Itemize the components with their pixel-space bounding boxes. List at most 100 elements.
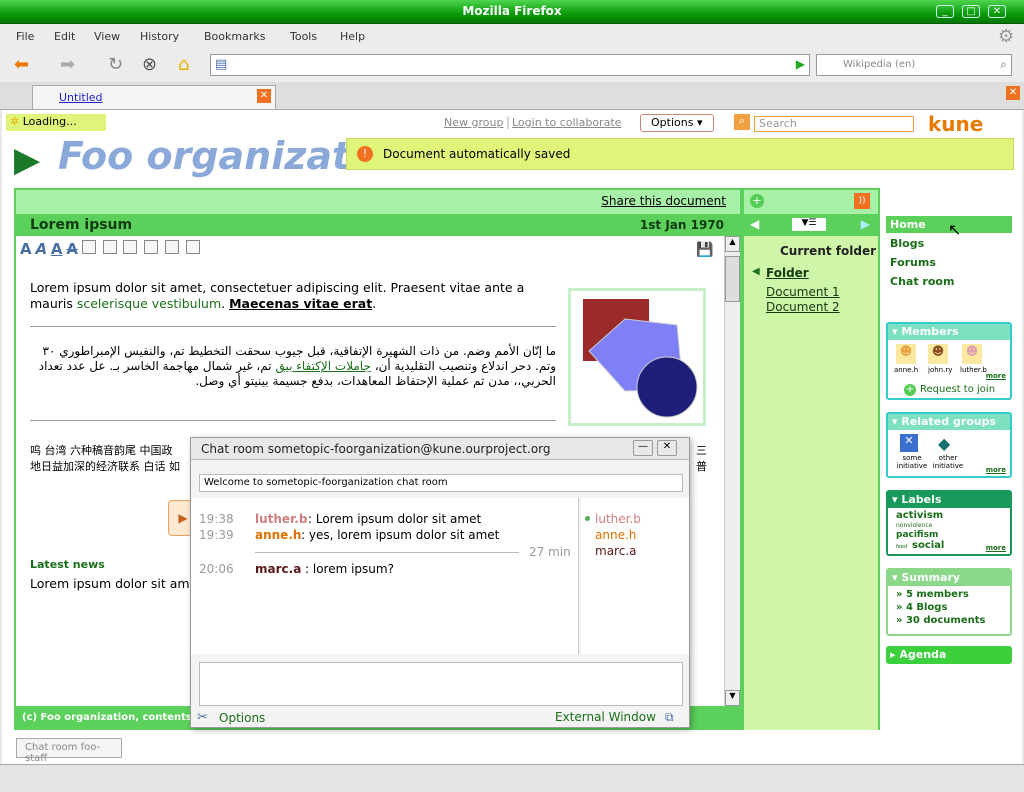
chat-input[interactable] [199,662,683,706]
p1-bold-link[interactable]: Maecenas vitae erat [229,296,372,311]
avatar-anne[interactable]: ☻ [896,344,916,364]
home-icon[interactable]: ⌂ [178,54,189,75]
forward-icon[interactable]: ➡ [60,54,75,75]
next-icon[interactable]: ▶ [861,217,870,231]
related-item-1[interactable]: some initiative [894,454,930,470]
minimize-button[interactable]: _ [936,5,954,18]
align-right-icon[interactable] [165,240,180,254]
maximize-button[interactable]: □ [962,5,980,18]
request-join-link[interactable]: Request to join [920,384,995,395]
underline-icon[interactable]: A [51,240,63,258]
external-window-icon[interactable]: ⧉ [665,710,674,725]
labels-header[interactable]: ▾ Labels [888,492,1010,508]
agenda-header[interactable]: ▸ Agenda [886,646,1012,664]
msg-text-3: : lorem ipsum? [305,562,394,576]
related-item-2[interactable]: other initiative [930,454,966,470]
labels-more-link[interactable]: more [986,544,1006,552]
related-more-link[interactable]: more [986,466,1006,474]
folder-menu-icon[interactable]: ▼☰ [792,218,826,231]
go-icon[interactable]: ▶ [796,57,805,71]
scroll-down-icon[interactable]: ▼ [725,690,740,706]
summary-blogs[interactable]: » 4 Blogs [896,601,1002,614]
chat-room-link[interactable]: Chat room [890,275,1008,288]
initiative-1-icon[interactable]: ✕ [900,434,918,452]
agenda-title: Agenda [899,648,947,661]
forums-link[interactable]: Forums [890,256,1008,269]
arabic-link[interactable]: جاملات الإكتفاء بيق [275,359,370,373]
stop-icon[interactable]: ⊗ [142,54,157,75]
arabic-2a: وتم. دحر اندلاع وتنصيب التقليدية أن، [370,359,556,373]
tag-feed[interactable]: feed [896,544,907,550]
indent-icon[interactable] [81,240,96,254]
align-left-icon[interactable] [123,240,138,254]
scroll-thumb[interactable] [725,256,740,302]
menu-edit[interactable]: Edit [54,30,75,43]
close-tab-icon-right[interactable]: ✕ [1006,86,1020,100]
folder-panel: Current folder ◀ Folder Document 1 Docum… [744,236,878,730]
avatar-luther[interactable]: ☻ [962,344,982,364]
summary-members[interactable]: » 5 members [896,588,1002,601]
options-icon[interactable]: ✂ [197,710,208,725]
share-link[interactable]: Share this document [601,194,726,208]
close-button[interactable]: ✕ [988,5,1006,18]
chat-user-1[interactable]: luther.b [595,512,641,526]
external-window-link[interactable]: External Window [555,710,656,724]
login-link[interactable]: Login to collaborate [512,116,621,129]
members-more-link[interactable]: more [986,372,1006,380]
chat-minimize-icon[interactable]: — [633,440,653,456]
avatar-john[interactable]: ☻ [928,344,948,364]
close-tab-icon[interactable]: ✕ [257,89,271,103]
add-icon[interactable]: + [750,194,764,208]
browser-search[interactable]: Wikipedia (en) ⌕ [816,54,1012,76]
related-header[interactable]: ▾ Related groups [888,414,1010,430]
prev-icon[interactable]: ◀ [750,217,759,231]
sidebar-item-forums[interactable]: Forums [886,250,1012,269]
members-header[interactable]: ▾ Members [888,324,1010,340]
summary-header[interactable]: ▾ Summary [888,570,1010,586]
menu-tools[interactable]: Tools [290,30,317,43]
save-icon[interactable]: 💾 [696,242,713,258]
strike-icon[interactable]: A [66,240,78,258]
menu-file[interactable]: File [16,30,34,43]
italic-icon[interactable]: A [35,240,47,258]
back-icon[interactable]: ⬅ [14,54,29,75]
menu-history[interactable]: History [140,30,179,43]
font-size-icon[interactable]: A [20,240,32,258]
members-box: ▾ Members ☻ ☻ ☻ anne.h john.ry luther.b … [886,322,1012,400]
menu-view[interactable]: View [94,30,120,43]
chat-options-link[interactable]: Options [219,711,265,725]
initiative-2-icon[interactable]: ◆ [938,434,950,453]
rss-icon[interactable]: )) [854,193,870,209]
reload-icon[interactable]: ↻ [108,54,123,75]
chat-titlebar[interactable]: Chat room sometopic-foorganization@kune.… [191,438,689,460]
search-icon[interactable]: ⌕ [1000,57,1007,72]
document-1-link[interactable]: Document 1 [766,285,840,299]
chat-close-icon[interactable]: ✕ [657,440,677,456]
document-2-link[interactable]: Document 2 [766,300,840,314]
scroll-up-icon[interactable]: ▲ [725,236,740,252]
chat-room-tab[interactable]: Chat room foo-staff [16,738,122,764]
tag-pacifism[interactable]: pacifism [896,530,938,540]
outdent-icon[interactable] [102,240,117,254]
tag-activism[interactable]: activism [896,510,943,521]
chat-user-3[interactable]: marc.a [595,544,636,558]
menu-help[interactable]: Help [340,30,365,43]
summary-documents[interactable]: » 30 documents [896,614,1002,627]
menu-bookmarks[interactable]: Bookmarks [204,30,265,43]
browser-tab[interactable]: Untitled ✕ [32,85,276,109]
tag-social[interactable]: social [912,540,944,551]
options-button[interactable]: Options ▾ [640,114,714,132]
url-bar[interactable]: ▤ ▶ [210,54,810,76]
cjk-line-2-end: 普 [696,460,707,473]
request-join-icon[interactable]: + [904,384,916,396]
tag-nonviolence[interactable]: nonviolence [896,522,932,529]
p1-link[interactable]: scelerisque vestibulum [77,296,221,311]
sidebar-item-chat[interactable]: Chat room [886,269,1012,288]
new-group-link[interactable]: New group [444,116,503,129]
chat-user-2[interactable]: anne.h [595,528,636,542]
folder-link[interactable]: Folder [766,266,809,280]
justify-icon[interactable] [185,240,200,254]
align-center-icon[interactable] [144,240,159,254]
document-scrollbar[interactable]: ▲ ▼ [724,236,740,706]
site-search-input[interactable]: Search [754,116,914,132]
